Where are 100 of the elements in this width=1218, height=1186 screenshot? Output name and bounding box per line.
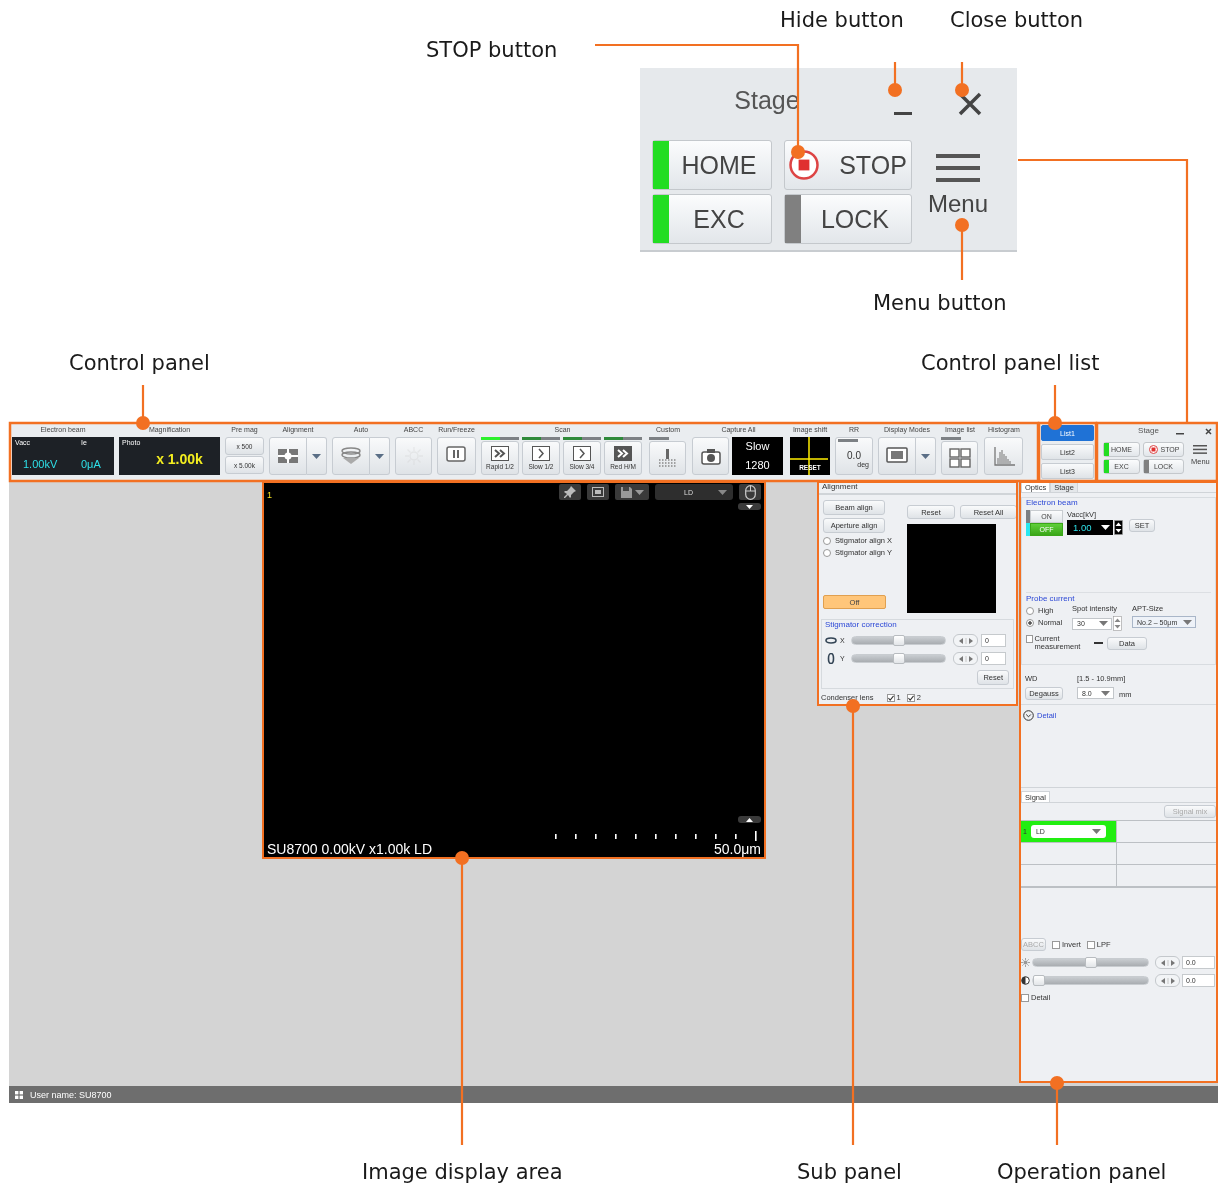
speed-label: Slow [745,440,770,453]
stage-button[interactable]: STOP [784,140,912,190]
save-icon [620,486,632,498]
slider-track[interactable] [851,636,946,645]
callout-label: Operation panel [997,1159,1167,1186]
frame-icon [592,487,604,497]
voltage-field[interactable]: 1.00 [1067,520,1113,535]
minimize-icon [894,112,912,116]
menu-icon [936,154,980,182]
pin-button[interactable] [559,484,581,500]
custom-button[interactable] [649,441,686,475]
menu-button[interactable]: Menu [928,154,989,218]
section-title: Probe current [1026,594,1075,603]
crosshair-icon [277,446,299,466]
chevron-circle-icon [1023,710,1034,721]
stepper-button[interactable] [1155,956,1180,969]
scroll-up-button[interactable] [738,816,761,823]
callout-label: Control panel [69,350,210,377]
leader-line [1050,1076,1064,1145]
stage-button[interactable]: HOME [652,140,772,190]
caret-icon [1101,690,1110,696]
contrast-icon [1021,976,1030,985]
up-arrow-icon [746,817,753,822]
down-arrow-icon [746,504,753,509]
caret-icon [1091,829,1101,834]
close-button[interactable] [958,92,982,116]
resolution-value: 1280 [745,459,770,472]
callout-label: Control panel list [921,350,1100,377]
magnification-value: x 1.00k [156,451,203,467]
panel-header: Alignment [817,481,1018,495]
callout-label: STOP button [426,37,558,64]
slider-thumb[interactable] [892,653,905,664]
caret-icon [312,453,321,459]
image-caption: SU8700 0.00kV x1.00k LD [267,841,432,857]
image-number: 1 [267,490,272,500]
chevron-icon [573,446,591,461]
auto-button[interactable] [332,437,370,475]
readout-value: 0μA [81,457,102,470]
stage-button[interactable]: EXC [652,194,772,244]
spinner-icon [1113,616,1122,631]
mouse-button[interactable] [739,484,761,500]
menu-icon [1193,445,1208,454]
image-list-button[interactable] [941,441,978,475]
left-right-arrows-icon [957,655,974,662]
double-chevron-icon [614,446,632,461]
dropdown-button[interactable] [916,437,936,475]
leader-line [888,62,902,97]
sun-icon [1021,958,1030,967]
callout-label: Hide button [780,7,904,34]
close-icon [1204,427,1213,436]
left-right-arrows-icon [1159,977,1176,984]
lens-icon [340,446,362,466]
stage-button[interactable]: LOCK [784,194,912,244]
panel-title: Stage [734,86,800,115]
spinner-icon [1114,520,1123,535]
leader-line [955,218,969,280]
scroll-down-button[interactable] [738,503,761,510]
slider-thumb[interactable] [892,635,905,646]
left-right-arrows-icon [957,637,974,644]
freeze-button[interactable] [437,437,476,475]
slider-thumb[interactable] [1033,975,1045,986]
stepper-button[interactable] [953,652,978,665]
readout-value: 1.00kV [23,457,59,470]
stop-icon [1147,444,1159,455]
dash-mark [1094,642,1103,644]
capture-button[interactable] [692,437,729,475]
panel-title: Stage [1138,426,1159,435]
close-button[interactable] [1204,427,1213,436]
callout-label: Image display area [362,1159,563,1186]
stepper-button[interactable] [1155,974,1180,987]
crosshair-icon [790,437,828,475]
save-button[interactable] [615,484,649,500]
alignment-button[interactable] [269,437,307,475]
slider-track[interactable] [851,654,946,663]
mouse-icon [744,484,756,500]
display-mode-button[interactable] [878,437,916,475]
double-chevron-icon [491,446,509,461]
indicator-bar [941,437,961,440]
group-title: Stigmator correction [825,620,898,629]
slider-thumb[interactable] [1084,957,1097,968]
close-icon [958,92,982,116]
stepper-button[interactable] [953,634,978,647]
dropdown-button[interactable] [370,437,390,475]
frame-button[interactable] [587,484,609,500]
camera-icon [699,446,722,466]
leader-line [955,62,969,97]
pin-icon [564,486,576,498]
callout-label: Close button [950,7,1084,34]
dropdown-button[interactable] [307,437,327,475]
hide-button[interactable] [894,112,912,116]
grid-icon [15,1090,23,1099]
slider-track[interactable] [1032,976,1149,985]
indicator-bar [649,437,669,440]
histogram-button[interactable] [984,437,1023,475]
caret-icon [1099,621,1108,626]
chevron-icon [532,446,550,461]
slider-track[interactable] [1032,958,1149,967]
group-title: Electron beam [1026,498,1079,507]
column-icon [656,448,679,468]
caret-icon [1183,619,1192,625]
